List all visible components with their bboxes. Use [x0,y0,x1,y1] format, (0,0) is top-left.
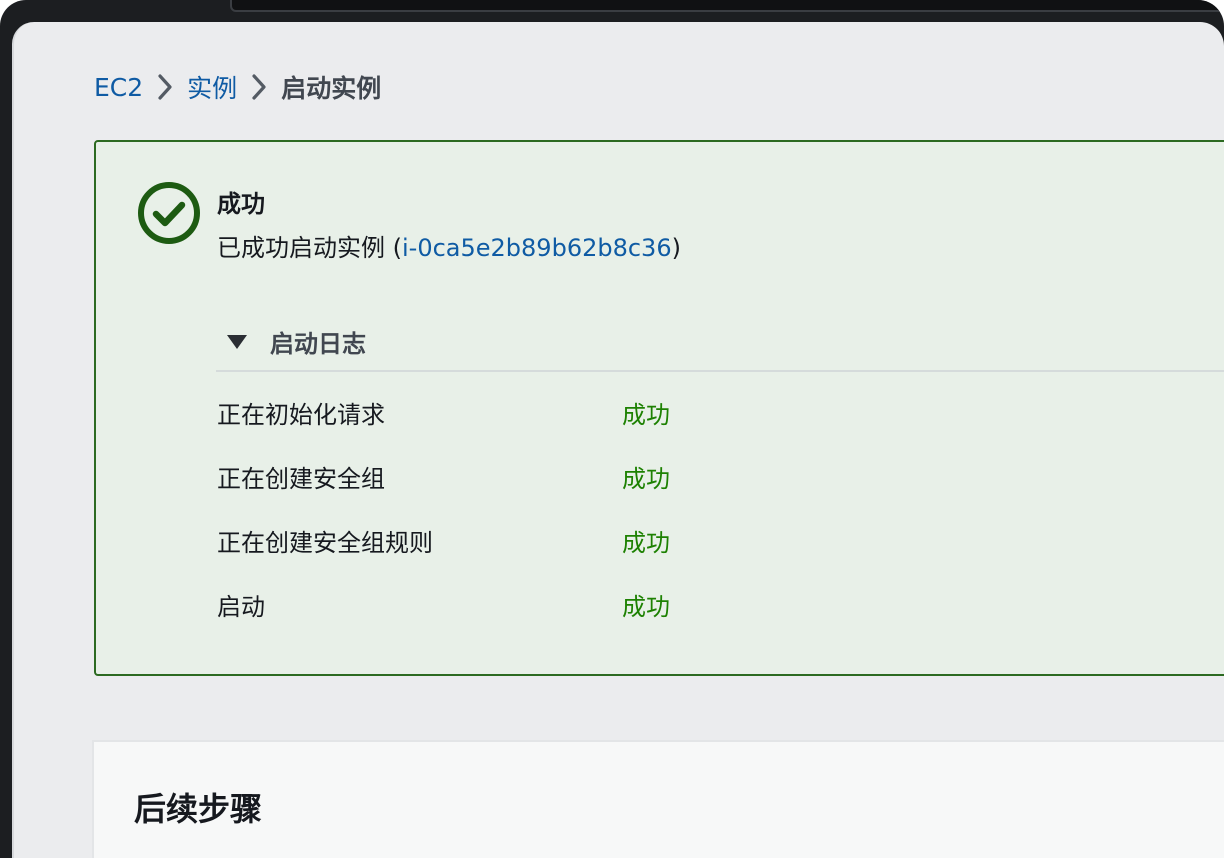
log-status: 成功 [622,464,670,493]
log-row: 启动 成功 [217,584,670,624]
breadcrumb-ec2-link[interactable]: EC2 [94,73,143,102]
breadcrumb: EC2 实例 启动实例 [94,70,381,104]
console-page: EC2 实例 启动实例 成功 已成功启动实例 (i-0ca5e2b89b62b8… [12,22,1224,858]
launch-log-toggle[interactable]: 启动日志 [224,324,366,359]
flash-message: 已成功启动实例 (i-0ca5e2b89b62b8c36) [217,228,681,263]
instance-id-link[interactable]: i-0ca5e2b89b62b8c36 [402,234,672,262]
check-circle-icon [136,180,202,246]
caret-down-icon [224,332,250,352]
success-flash: 成功 已成功启动实例 (i-0ca5e2b89b62b8c36) 启动日志 正在… [94,140,1224,676]
browser-window: EC2 实例 启动实例 成功 已成功启动实例 (i-0ca5e2b89b62b8… [0,0,1224,858]
next-steps-title: 后续步骤 [134,790,263,828]
flash-message-end: ) [671,234,681,262]
address-bar[interactable] [230,0,1224,12]
log-step: 正在初始化请求 [217,400,385,429]
chevron-right-icon [237,70,281,104]
log-step: 正在创建安全组 [217,464,385,493]
flash-message-text: 已成功启动实例 ( [217,234,402,262]
breadcrumb-instances-link[interactable]: 实例 [187,69,237,105]
log-status: 成功 [622,400,670,429]
log-row: 正在初始化请求 成功 [217,392,670,432]
chevron-right-icon [143,70,187,104]
next-steps-panel: 后续步骤 [92,740,1224,858]
log-step: 正在创建安全组规则 [217,528,433,557]
breadcrumb-current: 启动实例 [281,74,382,103]
log-step: 启动 [217,592,265,621]
divider [216,370,1224,372]
log-row: 正在创建安全组 成功 [217,456,670,496]
log-status: 成功 [622,592,670,621]
launch-log-label: 启动日志 [270,330,366,358]
flash-title: 成功 [217,190,265,218]
log-row: 正在创建安全组规则 成功 [217,520,670,560]
log-status: 成功 [622,528,670,557]
